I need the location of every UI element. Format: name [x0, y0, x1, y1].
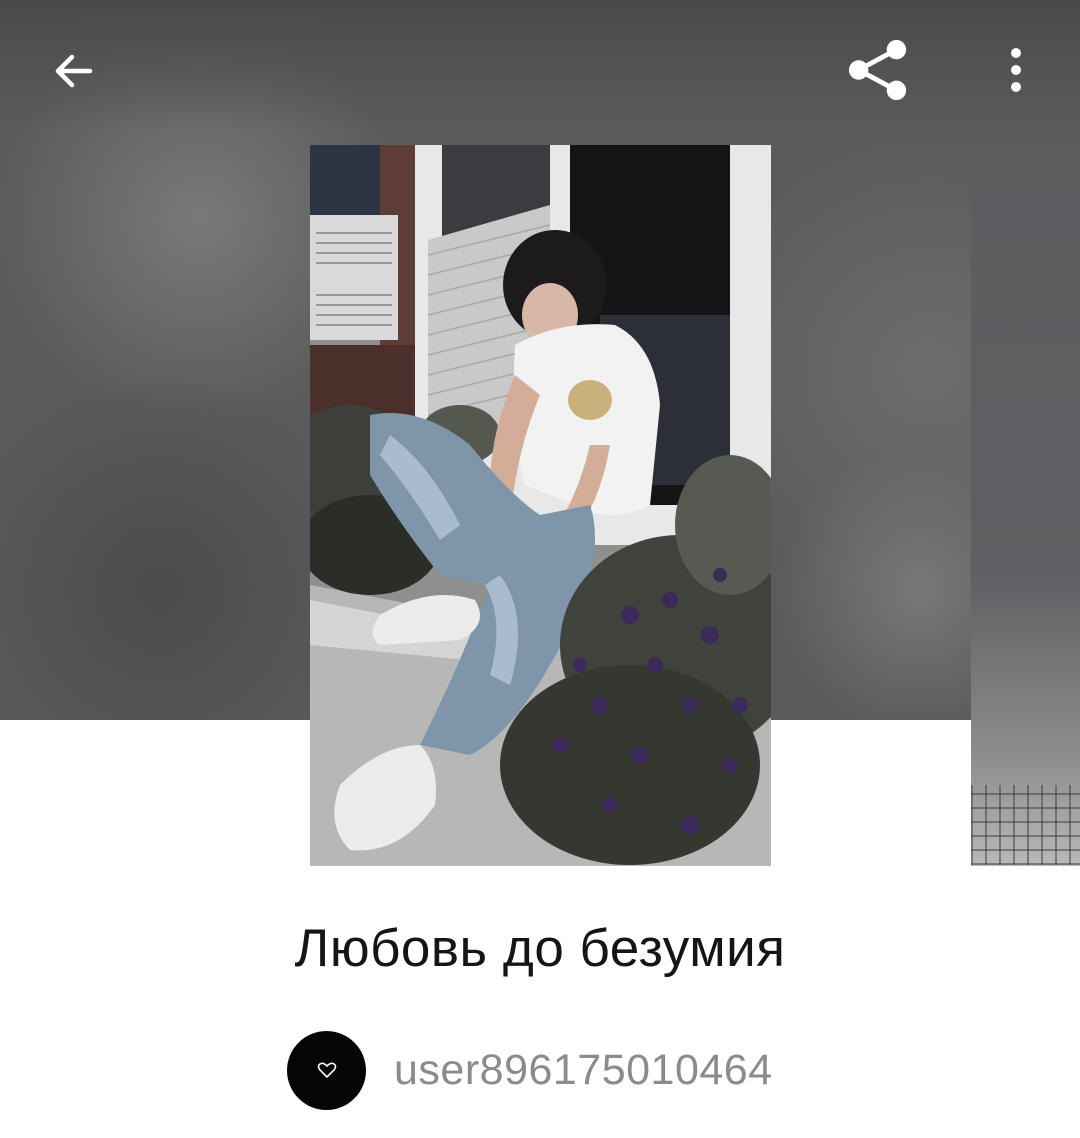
book-detail-screen: Любовь до безумия user896175010464	[0, 0, 1080, 1138]
share-icon	[848, 39, 907, 101]
more-options-button[interactable]	[984, 38, 1048, 102]
book-title: Любовь до безумия	[294, 919, 786, 978]
author-avatar[interactable]	[287, 1030, 366, 1110]
arrow-left-icon	[55, 54, 93, 88]
more-vertical-icon	[1011, 48, 1021, 92]
heart-icon	[317, 1062, 336, 1079]
next-cover-fence-detail	[971, 785, 1080, 865]
cover-photo	[310, 145, 771, 866]
top-app-bar	[0, 0, 1080, 140]
share-button[interactable]	[846, 38, 910, 102]
back-button[interactable]	[42, 39, 106, 103]
author-row[interactable]: user896175010464	[287, 1030, 773, 1110]
author-username[interactable]: user896175010464	[394, 1046, 773, 1095]
next-book-cover-peek[interactable]	[971, 145, 1080, 866]
book-cover[interactable]	[310, 145, 771, 866]
